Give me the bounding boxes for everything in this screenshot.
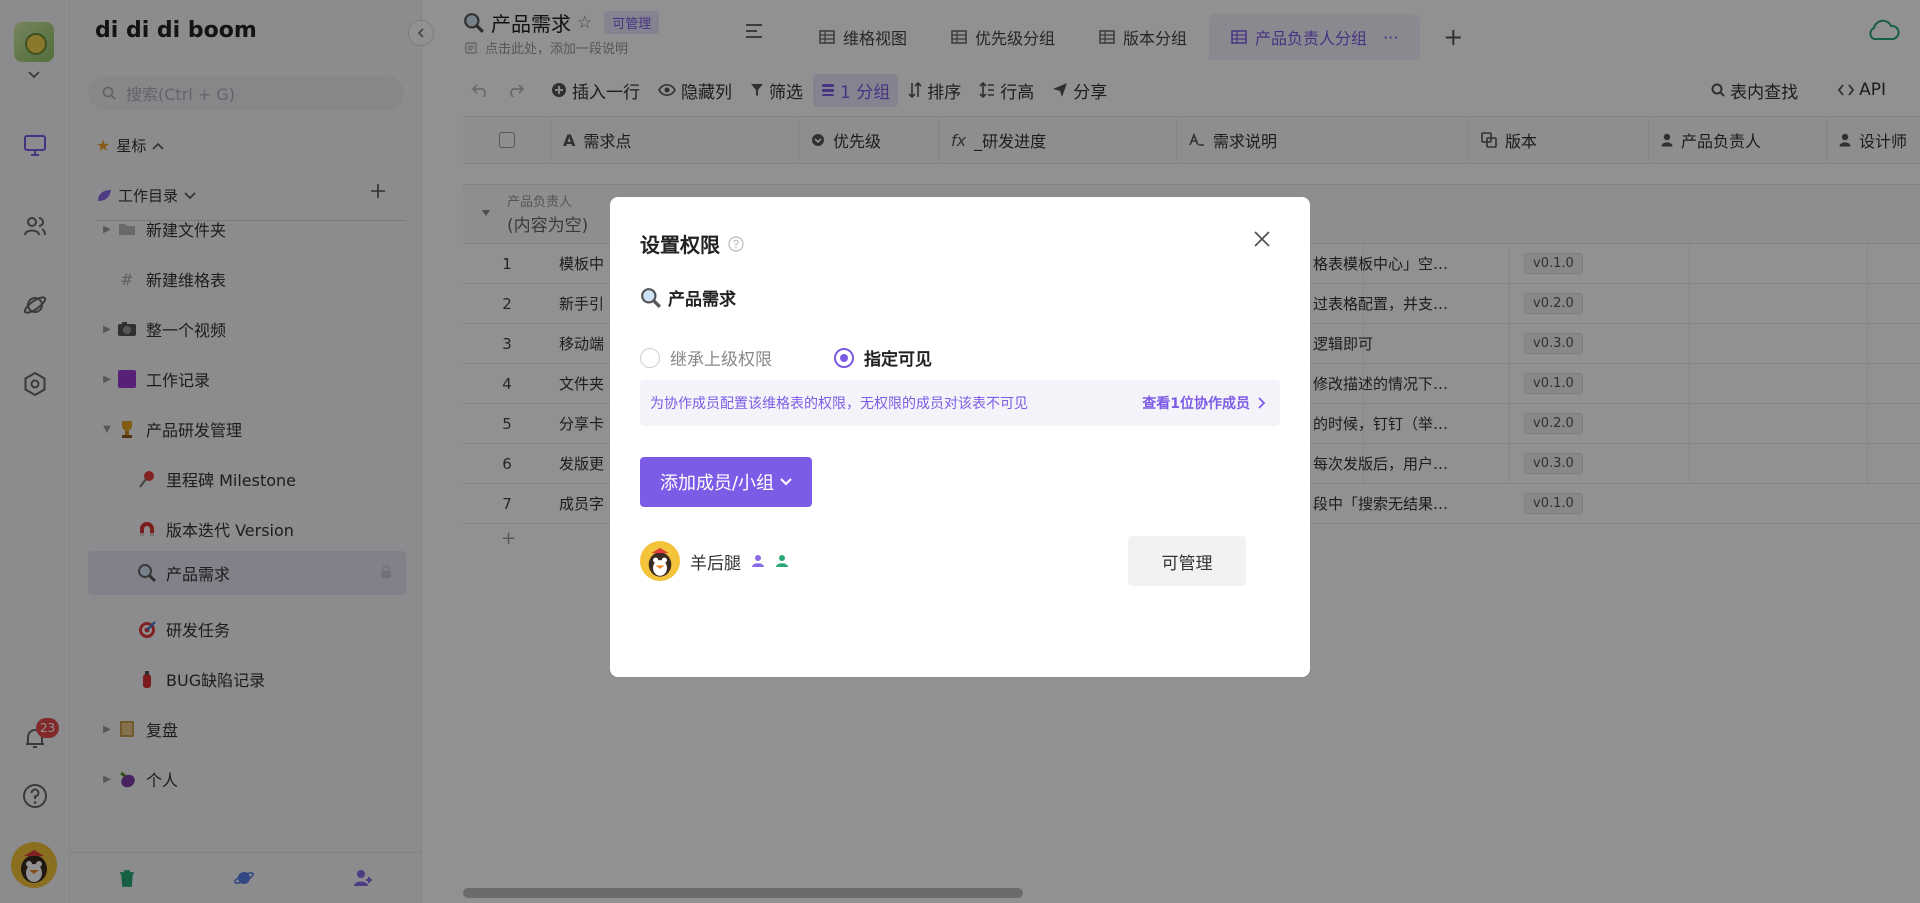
- help-icon[interactable]: [728, 235, 744, 252]
- view-collaborators-link[interactable]: 查看1位协作成员: [1142, 393, 1266, 413]
- radio-specified[interactable]: 指定可见: [834, 345, 932, 370]
- radio-dot: [834, 347, 854, 368]
- admin-badge-icon: [751, 554, 765, 568]
- permission-dialog: 设置权限 产品需求 继承上级权限 指定可见 为协作成员配置该维格表的权限，无权限…: [610, 197, 1310, 677]
- close-icon[interactable]: [1254, 231, 1270, 247]
- radio-dot: [640, 347, 660, 368]
- member-avatar: [640, 541, 680, 581]
- permission-mode: 继承上级权限 指定可见: [640, 345, 932, 370]
- radio-inherit[interactable]: 继承上级权限: [640, 345, 772, 370]
- search-icon: [640, 287, 662, 309]
- add-member-button[interactable]: 添加成员/小组: [640, 457, 812, 507]
- main-admin-badge-icon: [775, 554, 789, 568]
- chevron-right-icon: [1258, 397, 1266, 409]
- chevron-down-icon: [780, 478, 792, 486]
- dialog-doc-name: 产品需求: [640, 285, 736, 310]
- permission-hint: 为协作成员配置该维格表的权限，无权限的成员对该表不可见 查看1位协作成员: [640, 380, 1280, 426]
- member-role-select[interactable]: 可管理: [1128, 536, 1246, 586]
- member-row: 羊后腿: [640, 541, 789, 581]
- member-name: 羊后腿: [690, 553, 741, 574]
- dialog-title: 设置权限: [640, 229, 744, 258]
